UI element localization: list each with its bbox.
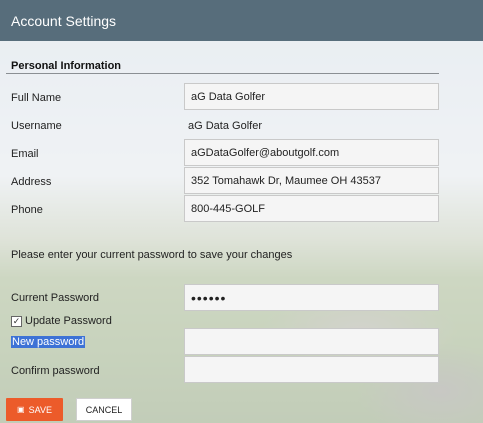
full-name-field[interactable] xyxy=(184,83,439,110)
section-divider xyxy=(6,73,439,74)
username-value: aG Data Golfer xyxy=(188,120,262,132)
current-password-label: Current Password xyxy=(11,292,100,304)
cancel-button[interactable]: CANCEL xyxy=(76,398,132,421)
confirm-password-field[interactable] xyxy=(184,356,439,383)
page-title: Account Settings xyxy=(11,13,117,29)
email-field[interactable] xyxy=(184,139,439,166)
update-password-label: Update Password xyxy=(25,315,112,327)
save-button[interactable]: ▣ SAVE xyxy=(6,398,63,421)
password-instruction-note: Please enter your current password to sa… xyxy=(11,249,293,261)
header-bar: Account Settings xyxy=(0,0,483,41)
floppy-disk-icon: ▣ xyxy=(17,405,25,414)
new-password-field[interactable] xyxy=(184,328,439,355)
phone-label: Phone xyxy=(11,204,43,216)
address-field[interactable] xyxy=(184,167,439,194)
username-label: Username xyxy=(11,120,62,132)
update-password-toggle[interactable]: ✓ Update Password xyxy=(11,315,112,327)
update-password-checkbox[interactable]: ✓ xyxy=(11,315,22,327)
phone-field[interactable] xyxy=(184,195,439,222)
address-label: Address xyxy=(11,176,52,188)
email-label: Email xyxy=(11,148,39,160)
current-password-field[interactable] xyxy=(184,284,439,311)
new-password-label: New password xyxy=(11,336,86,348)
save-button-label: SAVE xyxy=(28,404,52,415)
section-title-personal-info: Personal Information xyxy=(11,60,122,72)
full-name-label: Full Name xyxy=(11,92,62,104)
confirm-password-label: Confirm password xyxy=(11,365,100,377)
